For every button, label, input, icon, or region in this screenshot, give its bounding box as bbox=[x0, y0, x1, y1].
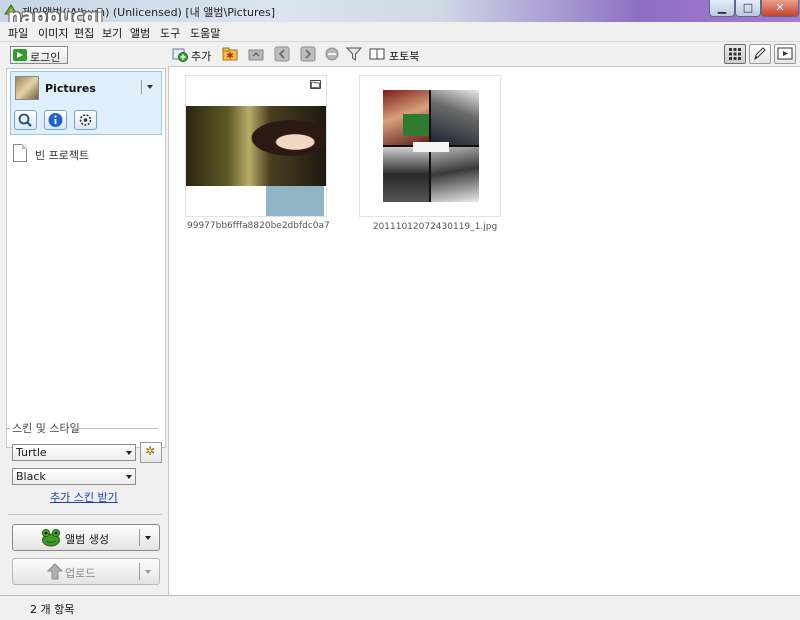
close-button[interactable]: ✕ bbox=[761, 0, 799, 17]
remove-icon[interactable] bbox=[324, 46, 340, 62]
skin-section-rule bbox=[74, 428, 158, 429]
style-select-value: Black bbox=[16, 470, 46, 483]
menu-file[interactable]: 파일 bbox=[8, 25, 28, 41]
more-skins-link[interactable]: 추가 스킨 받기 bbox=[50, 489, 118, 505]
forward-icon[interactable] bbox=[300, 46, 316, 62]
maximize-button[interactable]: □ bbox=[735, 0, 761, 17]
login-label: 로그인 bbox=[30, 51, 61, 64]
upload-icon bbox=[47, 563, 63, 580]
magnifier-icon bbox=[18, 113, 32, 127]
gear-icon bbox=[79, 114, 92, 126]
chevron-down-icon bbox=[126, 475, 132, 479]
add-button-label[interactable]: 추가 bbox=[191, 48, 211, 64]
menu-bar: 파일 이미지 편집 보기 앨범 도구 도움말 bbox=[0, 22, 800, 42]
chevron-down-icon[interactable] bbox=[145, 570, 151, 574]
skin-tool-icon: ✲ bbox=[145, 444, 156, 458]
thumbnail-area[interactable]: 99977bb6fffa8820be2dbfdc0a7a4 2011101207… bbox=[168, 66, 800, 595]
frog-icon bbox=[42, 529, 60, 547]
collage-tile bbox=[413, 142, 449, 152]
album-card-pictures[interactable]: Pictures bbox=[10, 71, 162, 135]
title-bar: 제이앨범(jAlbum) (Unlicensed) [내 앨범\Pictures… bbox=[0, 0, 800, 28]
thumbnail-card[interactable] bbox=[185, 75, 327, 217]
album-info-button[interactable] bbox=[44, 110, 67, 130]
skin-select-value: Turtle bbox=[16, 446, 47, 459]
album-name: Pictures bbox=[45, 82, 96, 95]
menu-album[interactable]: 앨범 bbox=[130, 25, 150, 41]
split-divider bbox=[139, 529, 140, 546]
empty-project-label: 빈 프로젝트 bbox=[35, 149, 90, 162]
folder-icon bbox=[310, 80, 321, 89]
up-folder-icon[interactable] bbox=[248, 46, 264, 62]
main-toolbar: 추가 ✱ 포토북 bbox=[168, 42, 800, 66]
add-icon[interactable] bbox=[172, 46, 188, 62]
item-count: 2 개 항목 bbox=[30, 603, 75, 616]
menu-image[interactable]: 이미지 bbox=[38, 25, 68, 41]
filter-icon[interactable] bbox=[346, 46, 362, 62]
document-icon bbox=[13, 144, 27, 162]
photo-detail bbox=[266, 186, 324, 216]
upload-button[interactable]: 업로드 bbox=[12, 558, 160, 585]
login-arrow-icon bbox=[13, 49, 27, 61]
empty-project-item[interactable]: 빈 프로젝트 bbox=[11, 143, 151, 163]
project-tree[interactable]: Pictures 빈 프로젝트 bbox=[6, 68, 166, 448]
pencil-icon bbox=[754, 47, 766, 61]
login-button[interactable]: 로그인 bbox=[10, 46, 68, 64]
style-select[interactable]: Black bbox=[12, 468, 136, 485]
photobook-icon[interactable] bbox=[369, 46, 385, 62]
chevron-down-icon[interactable] bbox=[145, 536, 151, 540]
minimize-icon: ▁ bbox=[717, 1, 727, 14]
menu-edit[interactable]: 편집 bbox=[74, 25, 94, 41]
album-search-button[interactable] bbox=[14, 110, 37, 130]
status-bar: 2 개 항목 bbox=[0, 595, 800, 620]
minimize-button[interactable]: ▁ bbox=[709, 0, 735, 17]
thumbnail-view-button[interactable] bbox=[724, 44, 746, 64]
photo-thumbnail bbox=[383, 90, 479, 202]
info-icon bbox=[48, 113, 63, 127]
menu-view[interactable]: 보기 bbox=[102, 25, 122, 41]
skin-section-rule-left bbox=[6, 428, 10, 429]
thumbnail-filename: 99977bb6fffa8820be2dbfdc0a7a4 bbox=[187, 221, 329, 231]
split-divider bbox=[139, 563, 140, 580]
slideshow-view-button[interactable] bbox=[774, 44, 796, 64]
thumbnail-filename: 20111012072430119_1.jpg bbox=[372, 222, 498, 232]
collage-tile bbox=[383, 147, 429, 202]
menu-tools[interactable]: 도구 bbox=[160, 25, 180, 41]
thumbnail-card[interactable] bbox=[359, 75, 501, 217]
skin-section-label: 스킨 및 스타일 bbox=[12, 422, 80, 435]
album-thumbnail bbox=[15, 76, 39, 100]
upload-label: 업로드 bbox=[65, 567, 96, 580]
collage-tile bbox=[431, 147, 479, 202]
divider bbox=[8, 514, 162, 515]
close-icon: ✕ bbox=[775, 1, 785, 14]
photobook-button-label[interactable]: 포토북 bbox=[389, 48, 419, 64]
collage-tile bbox=[431, 90, 479, 145]
slideshow-icon bbox=[777, 47, 793, 60]
chevron-down-icon bbox=[126, 451, 132, 455]
skin-select[interactable]: Turtle bbox=[12, 444, 136, 461]
album-dropdown-button[interactable] bbox=[141, 80, 157, 94]
skin-settings-button[interactable]: ✲ bbox=[140, 442, 162, 463]
maximize-icon: □ bbox=[742, 1, 754, 14]
svg-text:✱: ✱ bbox=[226, 52, 234, 62]
album-settings-button[interactable] bbox=[74, 110, 97, 130]
collage-tile bbox=[403, 114, 429, 136]
menu-help[interactable]: 도움말 bbox=[190, 25, 220, 41]
left-pane: 로그인 Pictures 빈 프로젝트 스킨 및 스타일 Turtle ✲ Bl… bbox=[4, 42, 167, 595]
grid-view-icon bbox=[729, 48, 741, 60]
edit-view-button[interactable] bbox=[749, 44, 771, 64]
create-album-label: 앨범 생성 bbox=[65, 533, 109, 546]
create-album-button[interactable]: 앨범 생성 bbox=[12, 524, 160, 551]
back-icon[interactable] bbox=[274, 46, 290, 62]
photo-thumbnail bbox=[186, 106, 326, 216]
new-folder-icon[interactable]: ✱ bbox=[222, 46, 238, 62]
